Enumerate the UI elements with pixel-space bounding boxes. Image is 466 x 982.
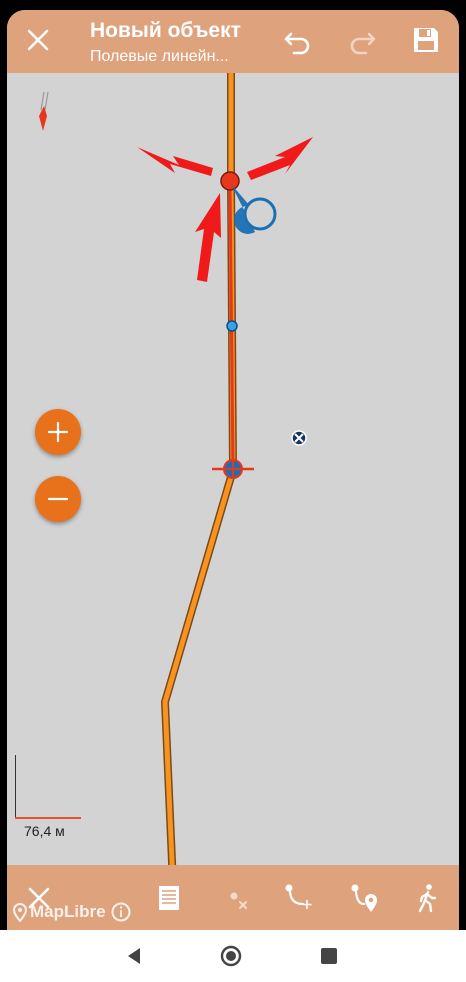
attributes-button[interactable] <box>151 880 187 916</box>
back-icon[interactable] <box>118 940 150 972</box>
page-subtitle: Полевые линейн... <box>90 48 229 65</box>
selected-vertex <box>220 171 240 191</box>
close-icon[interactable] <box>18 20 58 60</box>
scale-label: 76,4 м <box>24 823 65 839</box>
delete-point-icon <box>230 892 247 909</box>
home-icon[interactable] <box>215 940 247 972</box>
delete-point-button[interactable] <box>220 880 256 916</box>
add-point-icon <box>285 884 312 909</box>
info-icon <box>111 902 131 922</box>
page-title: Новый объект <box>90 19 241 42</box>
add-point-button[interactable] <box>281 880 317 916</box>
top-toolbar: Новый объект Полевые линейн... <box>7 10 459 73</box>
plus-icon <box>47 421 69 443</box>
scale-bar <box>15 755 85 819</box>
add-point-location-button[interactable] <box>347 880 383 916</box>
walk-icon <box>418 884 437 913</box>
document-icon <box>159 886 179 910</box>
app-window: Новый объект Полевые линейн... 76,4 м Ma… <box>7 10 459 930</box>
save-icon[interactable] <box>406 20 446 60</box>
recents-icon[interactable] <box>313 940 345 972</box>
zoom-in-button[interactable] <box>35 409 81 455</box>
location-point-icon <box>351 884 377 912</box>
compass-icon <box>39 91 49 131</box>
system-navigation-bar <box>0 930 466 982</box>
annotation-arrow-up <box>195 193 221 282</box>
annotation-arrow-left <box>137 147 213 176</box>
midpoint-vertex <box>226 320 238 332</box>
vertex-drag-handle-ring <box>243 197 277 231</box>
undo-icon[interactable] <box>278 20 318 60</box>
zoom-out-button[interactable] <box>35 476 81 522</box>
attribution-label: MapLibre <box>30 902 106 921</box>
redo-icon[interactable] <box>342 20 382 60</box>
minus-icon <box>47 497 69 501</box>
walk-mode-button[interactable] <box>409 880 445 916</box>
maplibre-logo-icon <box>12 903 28 922</box>
annotation-arrow-right <box>247 137 313 180</box>
map-attribution[interactable]: MapLibre <box>11 902 131 922</box>
